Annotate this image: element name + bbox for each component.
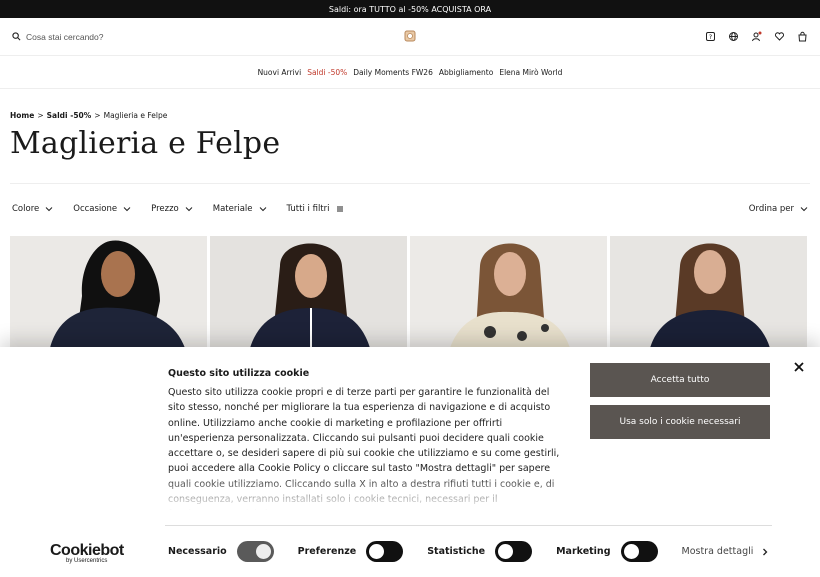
svg-text:?: ? bbox=[709, 34, 712, 41]
chevron-down-icon bbox=[45, 207, 53, 212]
filter-colore[interactable]: Colore bbox=[12, 204, 53, 214]
show-details-label: Mostra dettagli bbox=[681, 546, 754, 557]
user-icon[interactable] bbox=[751, 31, 762, 42]
main-nav: Nuovi Arrivi Saldi -50% Daily Moments FW… bbox=[0, 56, 820, 89]
divider bbox=[165, 525, 772, 526]
accept-all-button[interactable]: Accetta tutto bbox=[590, 363, 770, 397]
toggle-label: Necessario bbox=[168, 546, 227, 557]
preferenze-switch[interactable] bbox=[366, 541, 404, 562]
nav-item[interactable]: Elena Mirò World bbox=[499, 68, 562, 77]
filter-occasione[interactable]: Occasione bbox=[73, 204, 131, 214]
toggle-necessario: Necessario bbox=[168, 541, 274, 562]
heart-icon[interactable] bbox=[774, 31, 785, 42]
product-card[interactable] bbox=[10, 236, 207, 348]
breadcrumb: Home > Saldi -50% > Maglieria e Felpe bbox=[10, 111, 167, 120]
cookie-title: Questo sito utilizza cookie bbox=[168, 368, 310, 379]
toggle-marketing: Marketing bbox=[556, 541, 658, 562]
cookiebot-logo: Cookiebot by Usercentrics bbox=[50, 542, 124, 564]
product-image bbox=[410, 236, 607, 348]
filter-label: Occasione bbox=[73, 204, 118, 214]
filter-label: Tutti i filtri bbox=[286, 204, 330, 214]
nav-item[interactable]: Daily Moments FW26 bbox=[353, 68, 433, 77]
cookie-banner: Questo sito utilizza cookie Questo sito … bbox=[0, 347, 820, 577]
sliders-icon bbox=[336, 206, 343, 212]
filter-bar: Colore Occasione Prezzo Materiale Tutti … bbox=[12, 204, 808, 214]
product-card[interactable] bbox=[410, 236, 607, 348]
breadcrumb-sale[interactable]: Saldi -50% bbox=[47, 111, 92, 120]
breadcrumb-separator: > bbox=[37, 111, 44, 120]
consent-toggles: Necessario Preferenze Statistiche Market… bbox=[168, 541, 769, 562]
breadcrumb-separator: > bbox=[94, 111, 101, 120]
filter-label: Materiale bbox=[212, 204, 253, 214]
nav-item[interactable]: Abbigliamento bbox=[439, 68, 493, 77]
chevron-down-icon bbox=[800, 207, 808, 212]
product-image bbox=[610, 236, 807, 348]
product-image bbox=[210, 236, 407, 348]
toggle-label: Preferenze bbox=[297, 546, 357, 557]
necessario-switch[interactable] bbox=[236, 541, 274, 562]
toggle-statistiche: Statistiche bbox=[427, 541, 533, 562]
search-placeholder[interactable]: Cosa stai cercando? bbox=[26, 32, 104, 42]
filter-all[interactable]: Tutti i filtri bbox=[287, 204, 344, 214]
toggle-label: Statistiche bbox=[427, 546, 486, 557]
search-icon bbox=[12, 32, 21, 41]
filter-label: Colore bbox=[12, 204, 40, 214]
logo-icon[interactable] bbox=[404, 30, 416, 42]
product-card[interactable] bbox=[610, 236, 807, 348]
filter-prezzo[interactable]: Prezzo bbox=[151, 204, 193, 214]
statistiche-switch[interactable] bbox=[495, 541, 533, 562]
site-header: Cosa stai cercando? ? bbox=[0, 18, 820, 56]
filter-materiale[interactable]: Materiale bbox=[213, 204, 267, 214]
cookie-body-fade bbox=[160, 475, 580, 511]
nav-item-sale[interactable]: Saldi -50% bbox=[307, 68, 347, 77]
bag-icon[interactable] bbox=[797, 31, 808, 42]
breadcrumb-current: Maglieria e Felpe bbox=[103, 111, 168, 120]
nav-item[interactable]: Nuovi Arrivi bbox=[258, 68, 302, 77]
filter-label: Prezzo bbox=[151, 204, 179, 214]
search-field[interactable]: Cosa stai cercando? bbox=[12, 32, 104, 42]
toggle-preferenze: Preferenze bbox=[298, 541, 404, 562]
globe-icon[interactable] bbox=[728, 31, 739, 42]
divider bbox=[10, 183, 810, 184]
marketing-switch[interactable] bbox=[620, 541, 658, 562]
sort-dropdown[interactable]: Ordina per bbox=[749, 204, 808, 214]
product-grid bbox=[10, 236, 807, 348]
support-icon[interactable]: ? bbox=[705, 31, 716, 42]
breadcrumb-home[interactable]: Home bbox=[10, 111, 34, 120]
page-title: Maglieria e Felpe bbox=[10, 126, 281, 161]
show-details-link[interactable]: Mostra dettagli bbox=[682, 546, 770, 557]
product-card[interactable] bbox=[210, 236, 407, 348]
close-icon[interactable] bbox=[793, 361, 805, 373]
chevron-down-icon bbox=[259, 207, 266, 212]
chevron-right-icon bbox=[763, 548, 768, 555]
toggle-label: Marketing bbox=[556, 546, 611, 557]
promo-text[interactable]: Saldi: ora TUTTO al -50% ACQUISTA ORA bbox=[329, 5, 491, 14]
chevron-down-icon bbox=[123, 207, 131, 212]
promo-banner[interactable]: Saldi: ora TUTTO al -50% ACQUISTA ORA bbox=[0, 0, 820, 18]
product-image bbox=[10, 236, 207, 348]
sort-label: Ordina per bbox=[748, 204, 794, 214]
necessary-only-button[interactable]: Usa solo i cookie necessari bbox=[590, 405, 770, 439]
chevron-down-icon bbox=[185, 207, 193, 212]
